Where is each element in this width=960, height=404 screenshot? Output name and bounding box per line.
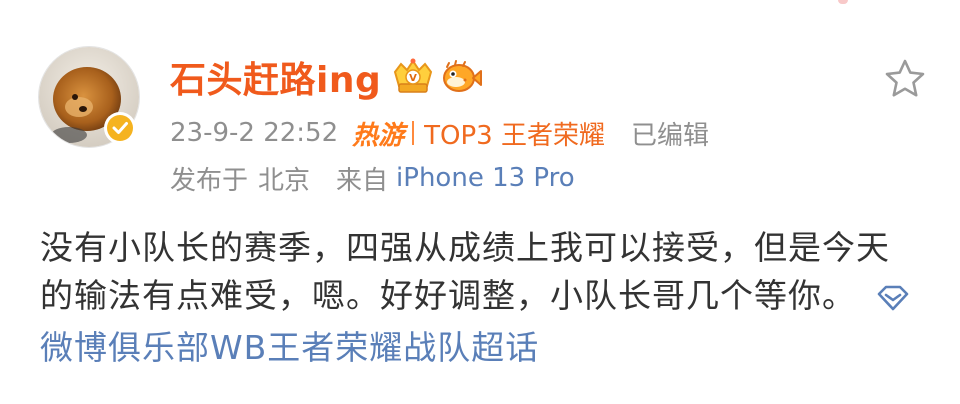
post-text: 没有小队长的赛季，四强从成绩上我可以接受，但是今天的输法有点难受，嗯。好好调整，… [40, 224, 920, 372]
timestamp: 23-9-2 22:52 [170, 118, 339, 148]
super-topic-link[interactable]: 微博俱乐部WB王者荣耀战队超话 [40, 328, 539, 367]
crown-badge-icon[interactable]: V [391, 58, 435, 96]
star-icon [885, 59, 925, 97]
post-source-row: 发布于 北京 来自 iPhone 13 Pro [170, 160, 575, 196]
favorite-star-button[interactable] [882, 56, 928, 102]
location-value: 北京 [258, 165, 311, 196]
verified-icon [104, 112, 136, 144]
name-row: 石头赶路ing V [170, 51, 483, 103]
edited-label[interactable]: 已编辑 [631, 115, 709, 152]
tag-separator [412, 121, 415, 145]
device-link[interactable]: iPhone 13 Pro [396, 163, 575, 193]
post-content: 没有小队长的赛季，四强从成绩上我可以接受，但是今天的输法有点难受，嗯。好好调整，… [40, 228, 890, 315]
weibo-post: 石头赶路ing V 23-9-2 22:52 热游 TOP3 王者荣耀 已编辑 … [0, 0, 960, 404]
username[interactable]: 石头赶路ing [170, 51, 381, 103]
notification-dot [838, 0, 848, 4]
from-label: 来自 [336, 165, 389, 196]
super-topic-icon [876, 276, 910, 324]
location-label: 发布于 [170, 165, 249, 196]
game-rank-tag[interactable]: TOP3 王者荣耀 [424, 115, 605, 152]
pufferfish-badge-icon[interactable] [439, 58, 483, 96]
avatar-container[interactable] [38, 46, 140, 148]
post-meta-row: 23-9-2 22:52 热游 TOP3 王者荣耀 已编辑 [170, 115, 709, 151]
hot-game-tag[interactable]: 热游 [352, 115, 404, 152]
svg-text:V: V [409, 73, 417, 84]
